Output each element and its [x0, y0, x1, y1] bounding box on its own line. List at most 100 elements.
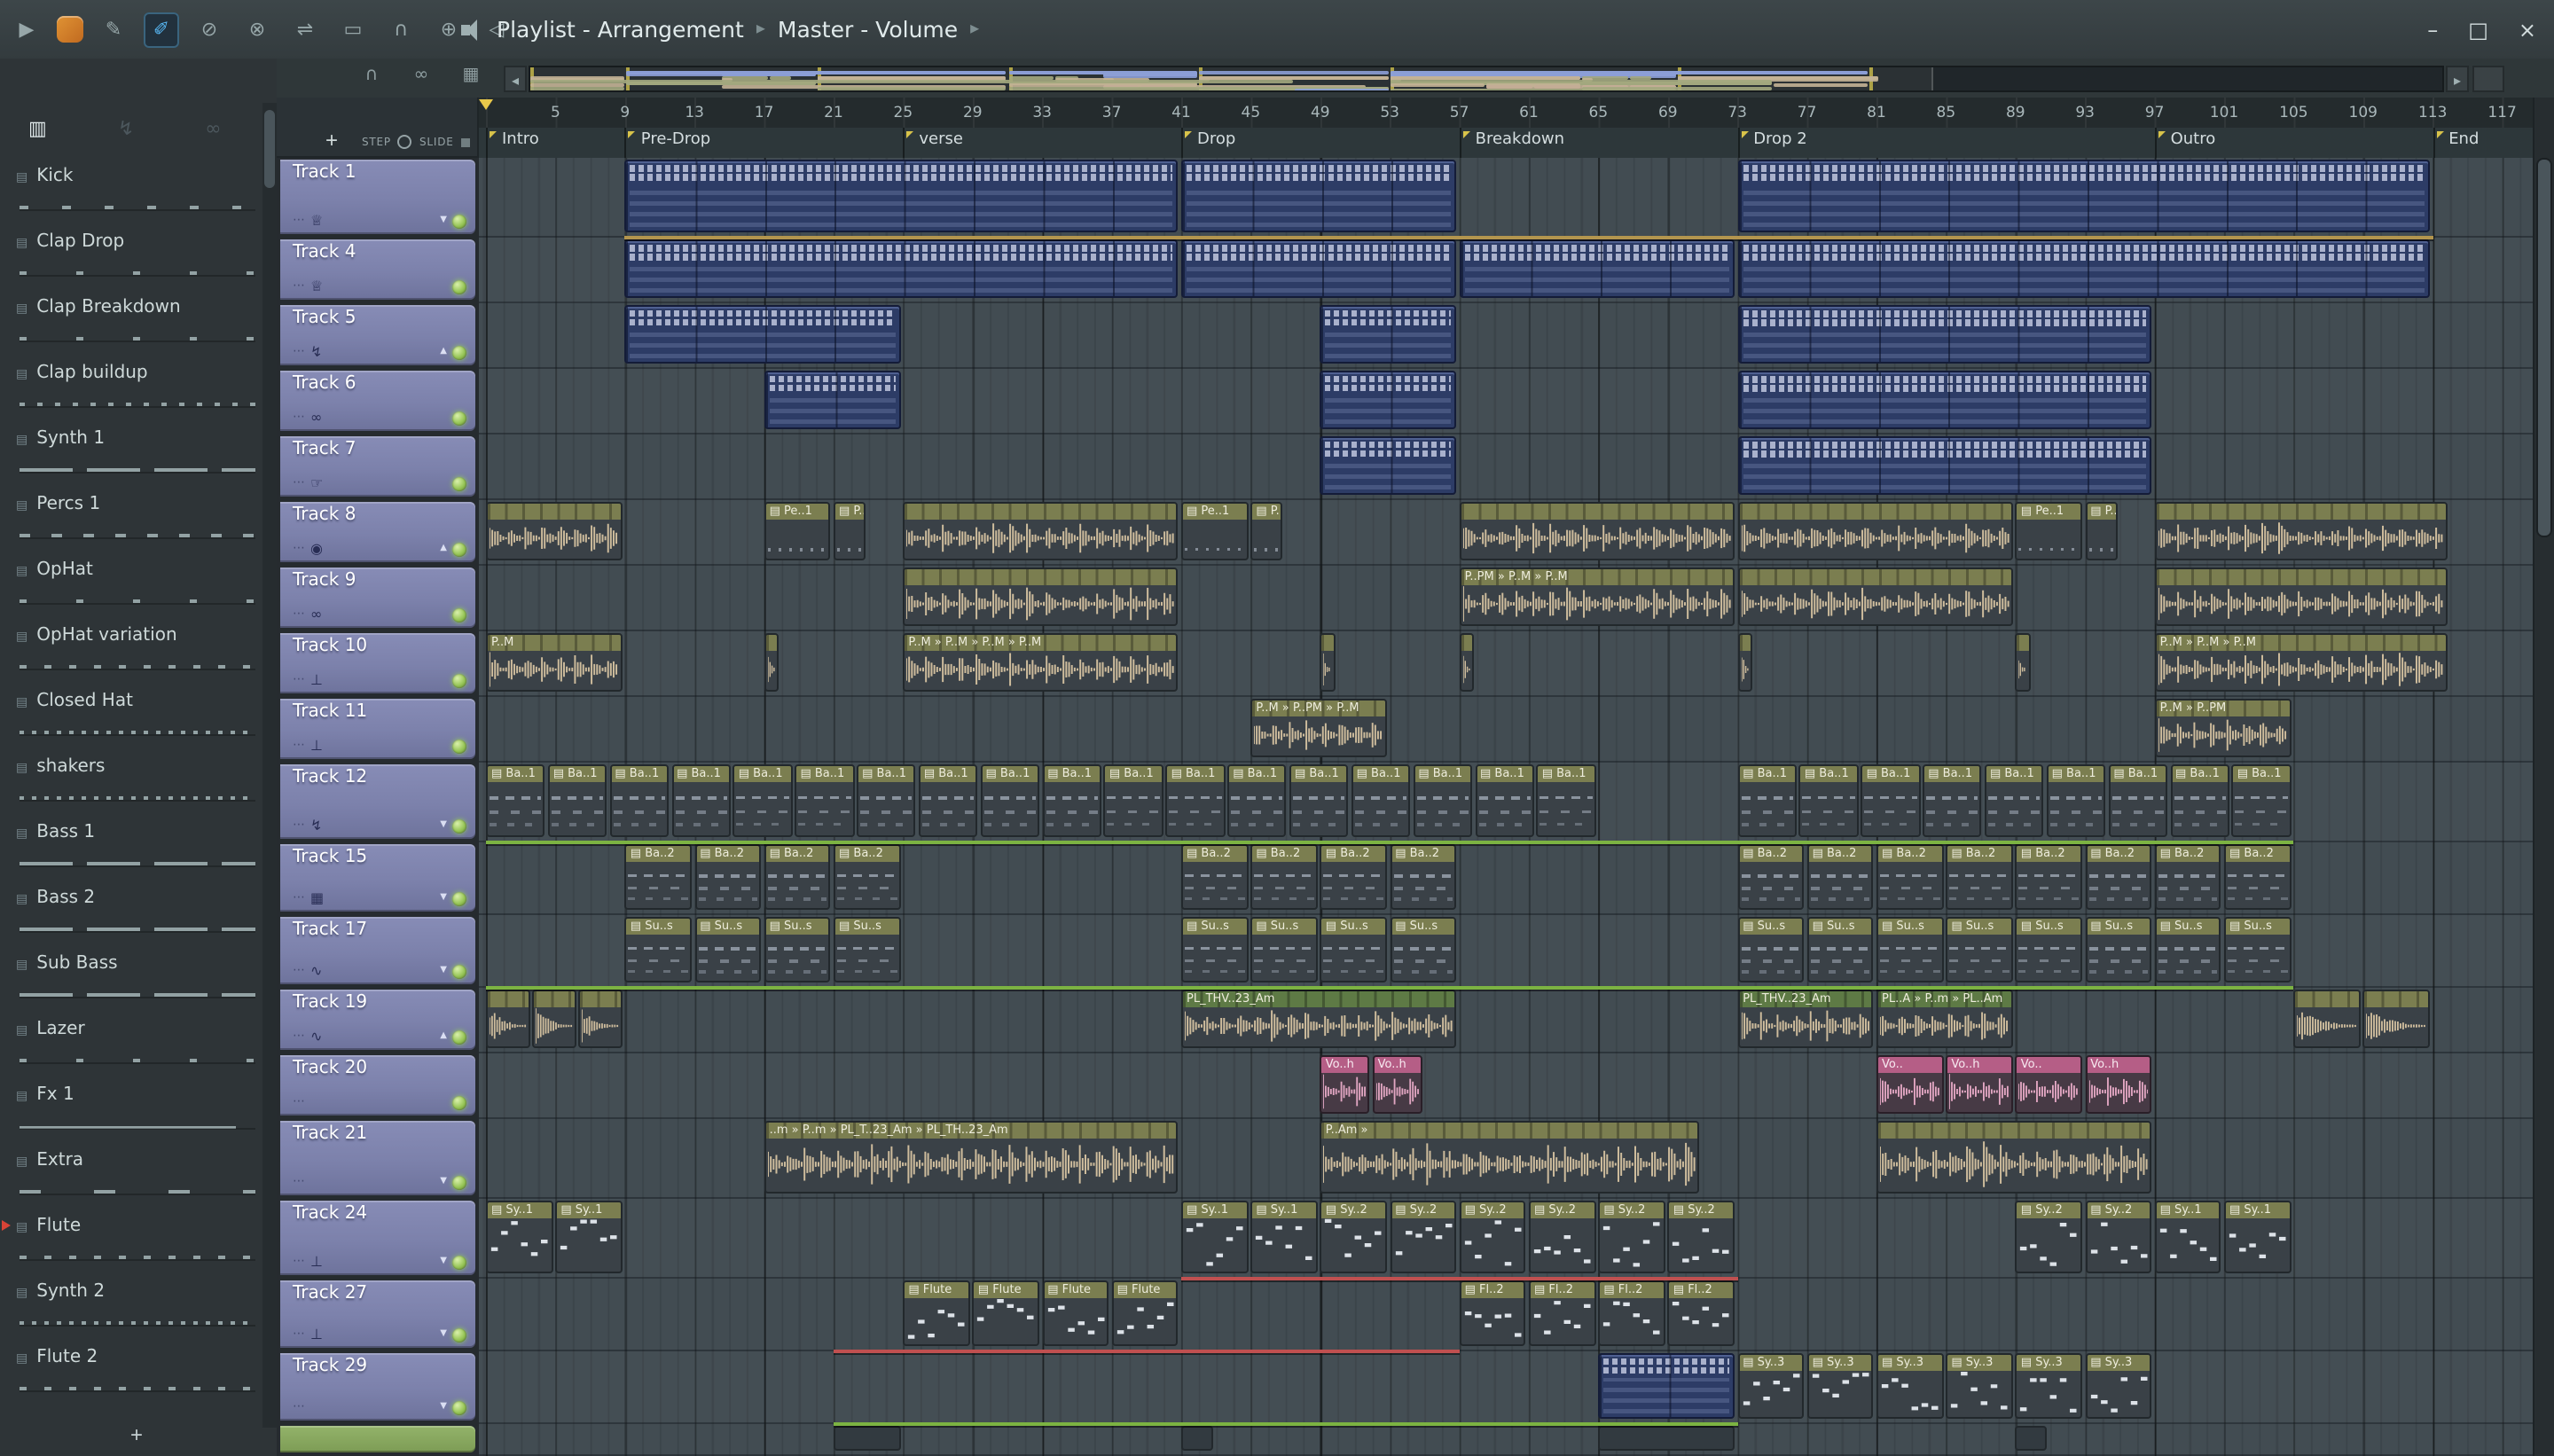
- close-button[interactable]: ×: [2519, 17, 2536, 42]
- chevron-down-icon[interactable]: ▼: [440, 966, 447, 975]
- picker-item[interactable]: ▤ Kick: [0, 161, 261, 227]
- chevron-up-icon[interactable]: ▲: [440, 1031, 447, 1041]
- arrangement-marker[interactable]: End: [2433, 128, 2489, 158]
- mute-led[interactable]: [452, 214, 466, 228]
- step-toggle[interactable]: [397, 135, 412, 149]
- picker-item[interactable]: ▤ Lazer: [0, 1014, 261, 1080]
- automation-line[interactable]: [1181, 1277, 1738, 1280]
- track-header[interactable]: Track 7 ⋯ ☞: [280, 436, 475, 497]
- picker-item[interactable]: ▤ Bass 1: [0, 818, 261, 883]
- fl-logo-icon[interactable]: [57, 16, 83, 43]
- automation-icon[interactable]: ↯: [118, 117, 134, 140]
- arrangement-marker-row[interactable]: Intro Pre-Drop verse Drop Breakdown Drop 2 Out…: [479, 128, 2533, 160]
- picker-item[interactable]: ▤ Synth 1: [0, 424, 261, 489]
- arrangement-marker[interactable]: Pre-Drop: [624, 128, 721, 158]
- add-track-button[interactable]: +: [316, 126, 348, 153]
- track-header[interactable]: Track 27 ⋯ ⊥ ▼: [280, 1280, 475, 1348]
- magnet-icon[interactable]: ∩: [383, 12, 419, 47]
- chevron-up-icon[interactable]: ▲: [440, 544, 447, 553]
- select-icon[interactable]: ▭: [335, 12, 371, 47]
- add-sample-button[interactable]: +: [117, 1421, 156, 1447]
- track-header[interactable]: Track 11 ⋯ ⊥: [280, 699, 475, 759]
- picker-item[interactable]: ▤ Flute: [0, 1211, 261, 1277]
- scroll-left-button[interactable]: ◂: [504, 66, 527, 92]
- arrangement-marker[interactable]: Drop: [1181, 128, 1246, 158]
- mute-icon[interactable]: ⊗: [239, 12, 275, 47]
- scroll-right-button[interactable]: ▸: [2446, 66, 2469, 92]
- picker-item[interactable]: ▤ Clap Breakdown: [0, 293, 261, 358]
- link-icon[interactable]: ∞: [205, 117, 221, 140]
- track-header[interactable]: Track 20 ⋯: [280, 1055, 475, 1115]
- chevron-up-icon[interactable]: ▲: [440, 347, 447, 356]
- arrangement-marker[interactable]: Intro: [486, 128, 550, 158]
- track-header[interactable]: Track 5 ⋯ ↯ ▲: [280, 305, 475, 365]
- mute-led[interactable]: [452, 964, 466, 978]
- picker-item[interactable]: ▤ Extra: [0, 1146, 261, 1211]
- paint-icon[interactable]: ✐: [144, 12, 179, 47]
- mute-led[interactable]: [452, 279, 466, 294]
- chevron-down-icon[interactable]: ▼: [440, 215, 447, 225]
- slide-toggle[interactable]: [460, 137, 470, 146]
- automation-line[interactable]: [486, 841, 2294, 844]
- slip-icon[interactable]: ⇌: [287, 12, 323, 47]
- chevron-down-icon[interactable]: ▼: [440, 1402, 447, 1412]
- picker-item[interactable]: ▤ OpHat: [0, 555, 261, 621]
- mute-led[interactable]: [452, 607, 466, 622]
- picker-item[interactable]: ▤ Clap buildup: [0, 358, 261, 424]
- picker-item[interactable]: ▤ Synth 2: [0, 1277, 261, 1342]
- scrollbar-thumb[interactable]: [2536, 158, 2552, 537]
- track-header[interactable]: Track 10 ⋯ ⊥: [280, 633, 475, 693]
- arrangement-marker[interactable]: verse: [903, 128, 974, 158]
- grid-icon[interactable]: ▦: [458, 66, 484, 85]
- chevron-down-icon[interactable]: ▼: [440, 893, 447, 903]
- track-header[interactable]: Track 29 ⋯ ▼: [280, 1353, 475, 1421]
- automation-line[interactable]: [834, 1422, 1738, 1426]
- picker-item[interactable]: ▤ Clap Drop: [0, 227, 261, 293]
- chevron-down-icon[interactable]: ▼: [440, 1177, 447, 1186]
- mute-led[interactable]: [452, 1029, 466, 1044]
- maximize-button[interactable]: □: [2468, 17, 2488, 42]
- arrangement-marker[interactable]: Drop 2: [1737, 128, 1818, 158]
- picker-item[interactable]: ▤ Sub Bass: [0, 949, 261, 1014]
- track-header[interactable]: Track 4 ⋯ ♕: [280, 239, 475, 300]
- mute-led[interactable]: [452, 345, 466, 359]
- vertical-scrollbar[interactable]: [2533, 98, 2554, 1456]
- patterns-icon[interactable]: ▥: [28, 117, 47, 140]
- link-icon[interactable]: ∞: [408, 66, 435, 85]
- picker-scrollbar[interactable]: [262, 103, 277, 1428]
- track-header[interactable]: Track 6 ⋯ ∞: [280, 371, 475, 431]
- playlist-grid[interactable]: ▤ Pe..1▤ P..1▤ Pe..1▤ P..1▤ Pe..1▤ P..1P…: [479, 158, 2533, 1456]
- playhead-marker[interactable]: [479, 99, 493, 110]
- automation-line[interactable]: [486, 986, 2294, 990]
- mute-led[interactable]: [452, 739, 466, 753]
- track-header[interactable]: Track 19 ⋯ ∿ ▲: [280, 990, 475, 1050]
- mute-led[interactable]: [452, 411, 466, 425]
- scrollbar-thumb[interactable]: [264, 110, 275, 188]
- mute-led[interactable]: [452, 1327, 466, 1342]
- arrangement-overview-scrollbar[interactable]: [529, 66, 2444, 92]
- mute-led[interactable]: [452, 673, 466, 687]
- picker-item[interactable]: ▤ shakers: [0, 752, 261, 818]
- chevron-down-icon[interactable]: ▼: [440, 1329, 447, 1339]
- minimize-button[interactable]: –: [2427, 17, 2438, 42]
- picker-item[interactable]: ▤ Percs 1: [0, 489, 261, 555]
- mute-led[interactable]: [452, 542, 466, 556]
- automation-line[interactable]: [834, 1350, 1460, 1353]
- arrangement-marker[interactable]: Breakdown: [1459, 128, 1575, 158]
- picker-item[interactable]: ▤ Flute 2: [0, 1342, 261, 1408]
- overview-corner-box[interactable]: [2472, 66, 2504, 92]
- automation-line[interactable]: [624, 236, 2433, 239]
- mute-led[interactable]: [452, 891, 466, 905]
- chevron-down-icon[interactable]: ▼: [440, 1256, 447, 1266]
- mute-led[interactable]: [452, 818, 466, 833]
- mute-led[interactable]: [452, 1175, 466, 1189]
- play-icon[interactable]: ▶: [9, 12, 44, 47]
- magnet-icon[interactable]: ∩: [358, 66, 385, 85]
- mute-led[interactable]: [452, 1400, 466, 1414]
- track-header[interactable]: Track 24 ⋯ ⊥ ▼: [280, 1201, 475, 1275]
- delete-icon[interactable]: ⊘: [192, 12, 227, 47]
- picker-item[interactable]: ▤ OpHat variation: [0, 621, 261, 686]
- chevron-down-icon[interactable]: ▼: [440, 820, 447, 830]
- timeline-ruler[interactable]: 5 9 13 17 21 25 29 33 37 41 45 49 53 57 61 65 69 73 77 81 85…: [479, 98, 2533, 129]
- mute-led[interactable]: [452, 1255, 466, 1269]
